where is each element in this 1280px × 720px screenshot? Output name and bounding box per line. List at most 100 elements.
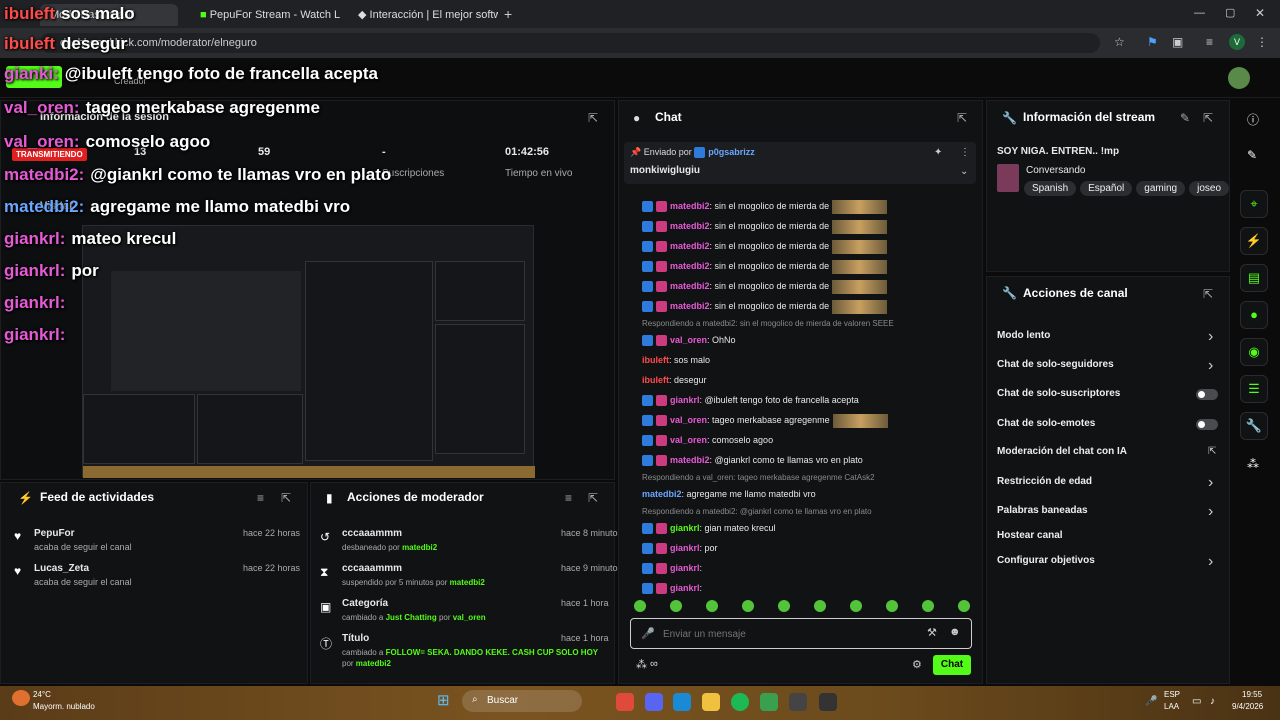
chat-username[interactable]: matedbi2 [670,455,710,465]
chat-username[interactable]: matedbi2 [670,281,710,291]
chat-message[interactable]: ibuleft: desegur [626,370,976,390]
obs-icon[interactable] [789,693,807,711]
chat-username[interactable]: matedbi2 [670,241,710,251]
downloads-icon[interactable]: ≡ [1206,35,1213,49]
chat-message[interactable]: giankrl: por [626,538,976,558]
chat-message[interactable]: matedbi2: sin el mogolico de mierda de [626,296,976,316]
pinned-message[interactable]: 📌 Enviado por p0gsabrizz monkiwiglugiu ✦… [624,142,976,184]
tab-pepufor-stream[interactable]: ■ PepuFor Stream - Watch Live o... [190,4,340,26]
gear-icon[interactable]: ⚙ [912,658,922,671]
chat-username[interactable]: giankrl [670,523,700,533]
mic-icon[interactable]: 🎤 [1145,696,1157,707]
chevron-right-icon[interactable]: › [1208,328,1213,346]
chat-username[interactable]: ibuleft [642,375,669,385]
chat-message[interactable]: matedbi2: sin el mogolico de mierda de [626,256,976,276]
more-icon[interactable]: ⋮ [960,147,970,158]
chat-username[interactable]: giankrl [670,563,700,573]
chat-message[interactable]: ibuleft: sos malo [626,350,976,370]
emote-button[interactable] [850,600,862,612]
chat-input[interactable] [663,625,913,643]
toggle-switch[interactable] [1196,419,1218,430]
chevron-right-icon[interactable]: › [1208,503,1213,521]
popout-icon[interactable]: ⇱ [588,491,598,505]
chat-username[interactable]: val_oren [670,435,707,445]
app-icon[interactable] [819,693,837,711]
chat-username[interactable]: matedbi2 [670,261,710,271]
popout-icon[interactable]: ⇱ [281,491,291,505]
channel-action-item[interactable]: Moderación del chat con IA [997,446,1127,457]
emote-button[interactable] [706,600,718,612]
mic-icon[interactable]: 🎤 [641,627,655,640]
chat-message[interactable]: val_oren: tageo merkabase agregenme [626,410,976,430]
mod-action-by[interactable]: matedbi2 [356,659,391,668]
spotify-icon[interactable] [731,693,749,711]
emoji-icon[interactable]: ☻ [949,626,961,638]
tab-interaccion[interactable]: ◆ Interacción | El mejor software ... [348,4,498,26]
edit-icon[interactable]: ✎ [1180,111,1190,125]
chat-username[interactable]: giankrl [670,395,700,405]
mod-action-by[interactable]: matedbi2 [402,543,437,552]
chat-username[interactable]: matedbi2 [670,221,710,231]
chat-input-box[interactable]: 🎤 ⚒ ☻ [630,618,972,649]
edge-icon[interactable] [673,693,691,711]
emote-button[interactable] [886,600,898,612]
tag[interactable]: Español [1080,181,1133,196]
category-name[interactable]: Conversando [1026,165,1085,176]
browser-menu-icon[interactable]: ⋮ [1256,35,1268,49]
url-field[interactable]: dashboard.kick.com/moderator/elneguro [40,33,1100,53]
bookmark-star-icon[interactable]: ☆ [1114,35,1125,49]
channel-action-item[interactable]: Chat de solo-suscriptores [997,388,1120,399]
chat-message[interactable]: giankrl: gian mateo krecul [626,518,976,538]
lang-indicator[interactable]: ESP [1164,690,1180,699]
filter-icon[interactable]: ≡ [565,491,572,505]
chrome-alt-icon[interactable] [760,693,778,711]
toggle-switch[interactable] [1196,389,1218,400]
apps-icon[interactable]: ⁂ [1247,457,1259,471]
chevron-right-icon[interactable]: › [1208,357,1213,375]
feed-user[interactable]: PepuFor [34,528,75,539]
info-icon[interactable]: ⓘ [1247,111,1259,128]
broadcast-icon[interactable]: ◉ [1240,338,1268,366]
unpin-icon[interactable]: ✦ [934,147,942,158]
popout-icon[interactable]: ⇱ [1203,111,1213,125]
tag[interactable]: Spanish [1024,181,1077,196]
discord-icon[interactable] [645,693,663,711]
chat-username[interactable]: matedbi2 [642,489,682,499]
chat-message[interactable]: matedbi2: sin el mogolico de mierda de [626,236,976,256]
channel-action-item[interactable]: Chat de solo-seguidores [997,359,1114,370]
chat-username[interactable]: val_oren [670,335,707,345]
channel-action-item[interactable]: Chat de solo-emotes [997,418,1095,429]
chat-message[interactable]: matedbi2: sin el mogolico de mierda de [626,276,976,296]
send-chat-button[interactable]: Chat [933,655,971,675]
chat-message[interactable]: matedbi2: @giankrl como te llamas vro en… [626,450,976,470]
clipboard-icon[interactable]: ▤ [1240,264,1268,292]
windows-start-icon[interactable]: ⊞ [437,692,455,710]
chat-message[interactable]: giankrl: [626,578,976,598]
minimize-button[interactable]: — [1194,7,1205,19]
chat-settings-icon[interactable]: ⁂ [636,658,647,671]
channel-action-item[interactable]: Restricción de edad [997,476,1092,487]
chat-message[interactable]: matedbi2: sin el mogolico de mierda de [626,196,976,216]
chat-message[interactable]: giankrl: @ibuleft tengo foto de francell… [626,390,976,410]
volume-icon[interactable]: ♪ [1210,696,1215,707]
popout-icon[interactable]: ⇱ [588,111,598,125]
channel-action-item[interactable]: Configurar objetivos [997,555,1095,566]
feed-user[interactable]: Lucas_Zeta [34,563,89,574]
popout-icon[interactable]: ⇱ [957,111,967,125]
chat-bubble-icon[interactable]: ● [1240,301,1268,329]
taskbar-search[interactable]: ⌕ Buscar [462,690,582,712]
chat-message[interactable]: val_oren: comoselo agoo [626,430,976,450]
emote-button[interactable] [634,600,646,612]
wrench-icon[interactable]: 🔧 [1240,412,1268,440]
external-link-icon[interactable]: ⇱ [1208,446,1216,457]
new-tab-button[interactable]: + [504,6,512,22]
chevron-right-icon[interactable]: › [1208,553,1213,571]
filter-icon[interactable]: ≡ [257,491,264,505]
emote-button[interactable] [670,600,682,612]
pencil-icon[interactable]: ✎ [1247,148,1257,162]
folder-icon[interactable] [702,693,720,711]
extension-icon[interactable]: ⚒ [927,626,937,639]
channel-action-item[interactable]: Palabras baneadas [997,505,1088,516]
emote-button[interactable] [922,600,934,612]
category-thumbnail[interactable] [997,164,1019,192]
